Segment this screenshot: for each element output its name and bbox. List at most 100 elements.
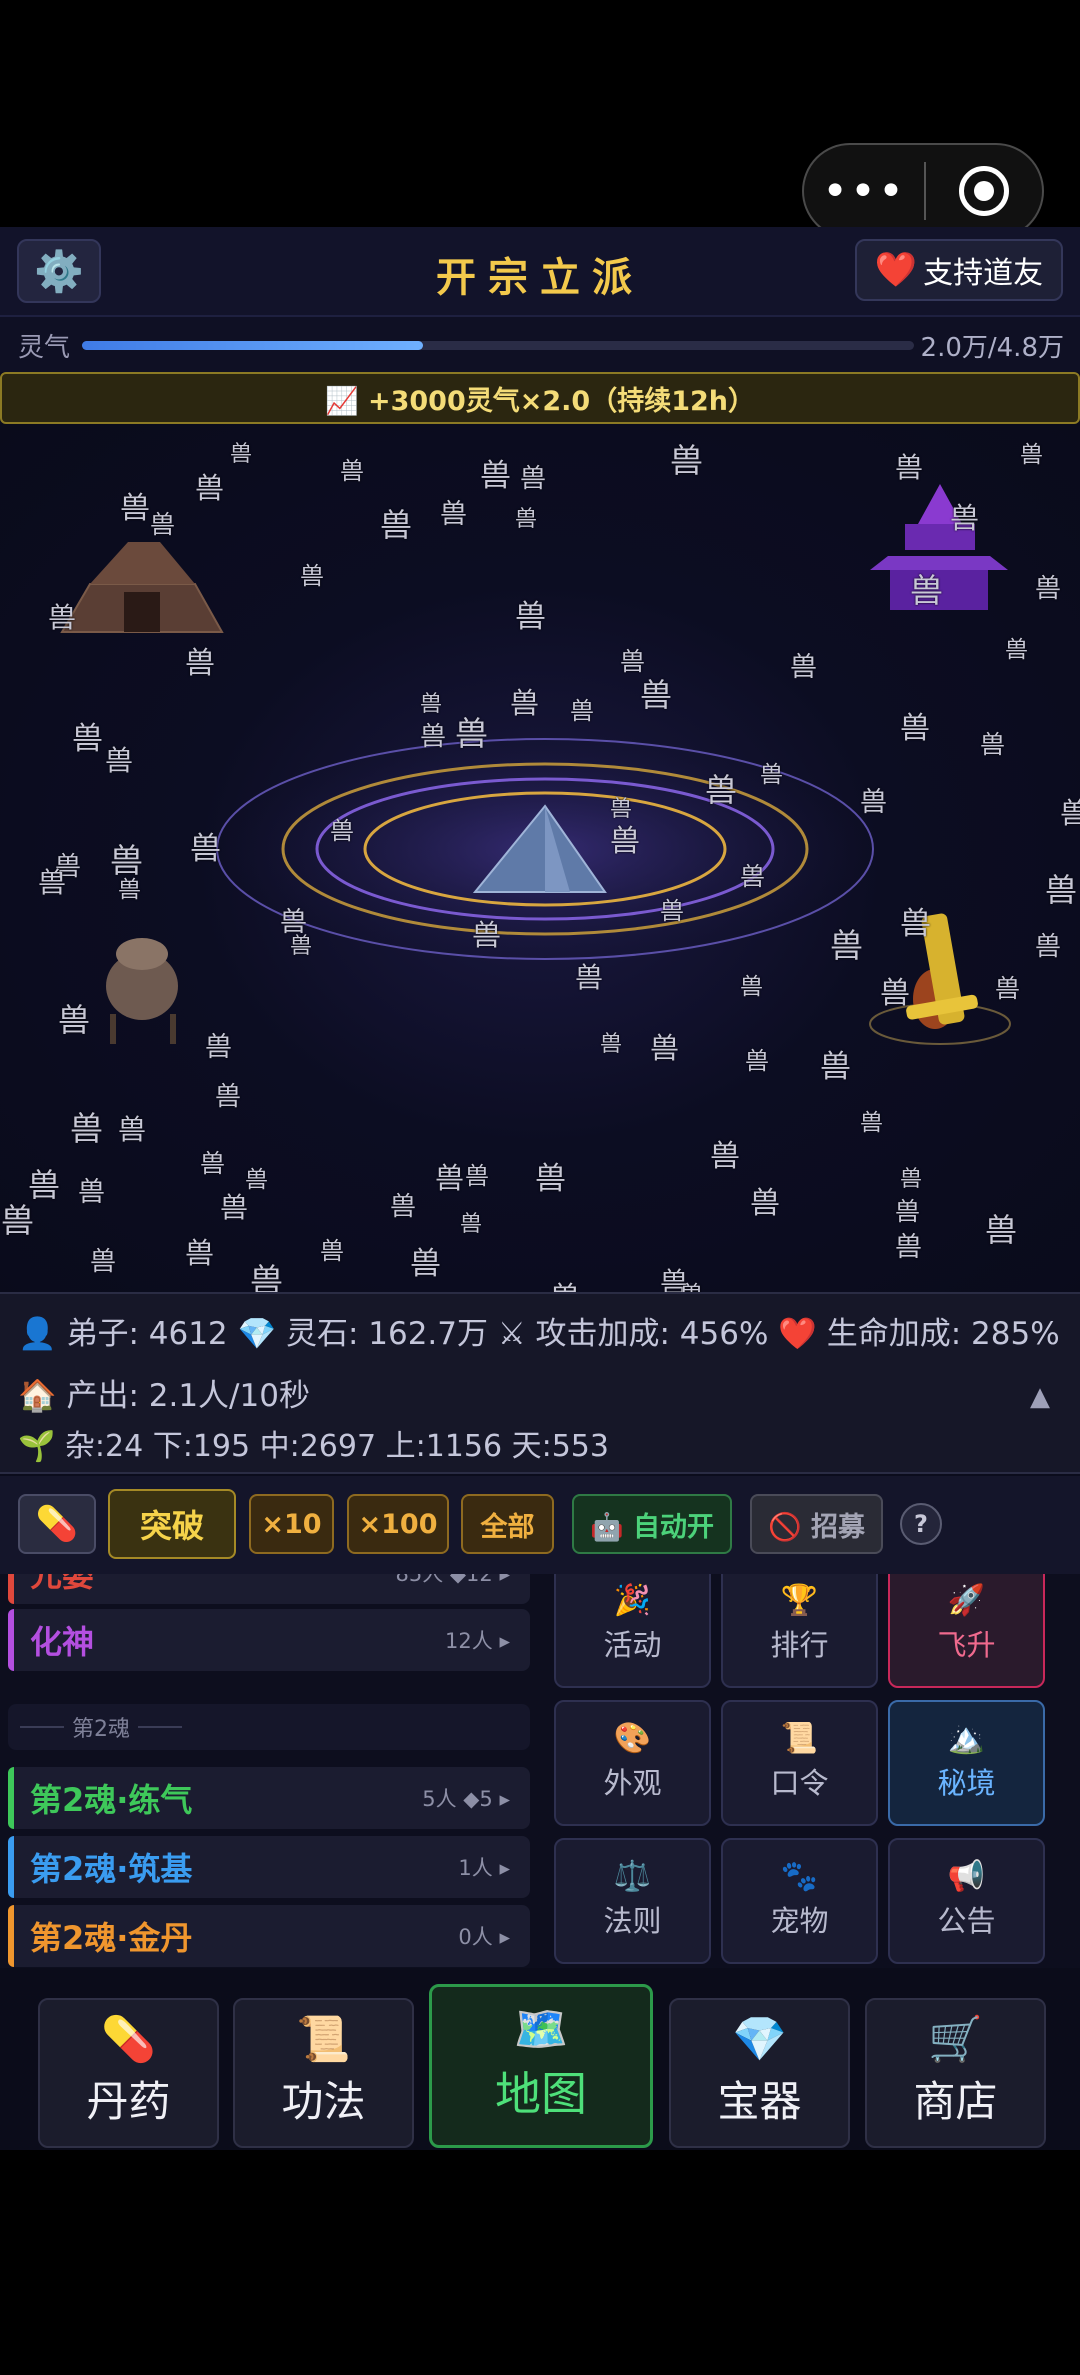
beast-marker[interactable]: 兽 bbox=[570, 699, 594, 723]
help-button[interactable]: ? bbox=[900, 1503, 942, 1545]
beast-marker[interactable]: 兽 bbox=[72, 724, 103, 755]
beast-marker[interactable]: 兽 bbox=[215, 1084, 241, 1110]
beast-marker[interactable]: 兽 bbox=[185, 649, 215, 679]
beast-marker[interactable]: 兽 bbox=[230, 444, 252, 466]
realm-row-huashen[interactable]: 化神 12人 ▸ bbox=[8, 1609, 530, 1671]
beast-marker[interactable]: 兽 bbox=[900, 1169, 922, 1191]
beast-marker[interactable]: 兽 bbox=[535, 1164, 566, 1195]
beast-marker[interactable]: 兽 bbox=[1060, 799, 1080, 828]
beast-marker[interactable]: 兽 bbox=[705, 774, 737, 806]
beast-marker[interactable]: 兽 bbox=[995, 976, 1020, 1001]
beast-marker[interactable]: 兽 bbox=[330, 819, 354, 843]
beast-marker[interactable]: 兽 bbox=[320, 1239, 344, 1263]
beast-marker[interactable]: 兽 bbox=[280, 909, 307, 936]
beast-marker[interactable]: 兽 bbox=[900, 909, 931, 940]
beast-marker[interactable]: 兽 bbox=[340, 459, 364, 483]
beast-marker[interactable]: 兽 bbox=[205, 1034, 232, 1061]
beast-marker[interactable]: 兽 bbox=[435, 1164, 464, 1193]
beast-marker[interactable]: 兽 bbox=[465, 1164, 489, 1188]
beast-marker[interactable]: 兽 bbox=[420, 694, 442, 716]
close-miniprogram-button[interactable] bbox=[926, 145, 1042, 237]
beast-marker[interactable]: 兽 bbox=[420, 724, 446, 750]
beast-marker[interactable]: 兽 bbox=[575, 964, 603, 992]
beast-marker[interactable]: 兽 bbox=[220, 1194, 248, 1222]
beast-marker[interactable]: 兽 bbox=[78, 1179, 105, 1206]
beast-marker[interactable]: 兽 bbox=[830, 929, 863, 962]
ranking-tile[interactable]: 🏆 排行 bbox=[721, 1574, 878, 1688]
beast-marker[interactable]: 兽 bbox=[1005, 639, 1028, 662]
beast-marker[interactable]: 兽 bbox=[670, 444, 703, 477]
beast-marker[interactable]: 兽 bbox=[118, 1116, 146, 1144]
nav-treasures[interactable]: 💎 宝器 bbox=[669, 1998, 850, 2148]
beast-marker[interactable]: 兽 bbox=[120, 494, 150, 524]
beast-marker[interactable]: 兽 bbox=[190, 834, 221, 865]
beast-marker[interactable]: 兽 bbox=[600, 1034, 622, 1056]
more-menu-button[interactable]: ••• bbox=[804, 145, 924, 237]
beast-marker[interactable]: 兽 bbox=[390, 1194, 416, 1220]
beast-marker[interactable]: 兽 bbox=[660, 899, 684, 923]
recruit-button[interactable]: 🚫 招募 bbox=[750, 1494, 883, 1554]
beast-marker[interactable]: 兽 bbox=[740, 976, 763, 999]
auto-open-button[interactable]: 🤖 自动开 bbox=[572, 1494, 732, 1554]
beast-marker[interactable]: 兽 bbox=[900, 714, 930, 744]
activity-tile[interactable]: 🎉 活动 bbox=[554, 1574, 711, 1688]
beast-marker[interactable]: 兽 bbox=[610, 799, 632, 821]
beast-marker[interactable]: 兽 bbox=[950, 504, 979, 533]
beast-marker[interactable]: 兽 bbox=[58, 1004, 90, 1036]
beast-marker[interactable]: 兽 bbox=[185, 1239, 214, 1268]
beast-marker[interactable]: 兽 bbox=[650, 1034, 679, 1063]
beast-marker[interactable]: 兽 bbox=[515, 509, 537, 531]
beast-marker[interactable]: 兽 bbox=[118, 879, 141, 902]
appearance-tile[interactable]: 🎨 外观 bbox=[554, 1700, 711, 1826]
pill-button[interactable]: 💊 bbox=[18, 1494, 96, 1554]
law-tile[interactable]: ⚖️ 法则 bbox=[554, 1838, 711, 1964]
secret-realm-tile[interactable]: 🏔️ 秘境 bbox=[888, 1700, 1045, 1826]
beast-marker[interactable]: 兽 bbox=[440, 501, 467, 528]
realm-row-jindan[interactable]: 第2魂·金丹 0人 ▸ bbox=[8, 1905, 530, 1967]
beast-marker[interactable]: 兽 bbox=[1045, 874, 1077, 906]
beast-marker[interactable]: 兽 bbox=[520, 466, 546, 492]
times-100-button[interactable]: ×100 bbox=[347, 1494, 449, 1554]
beast-marker[interactable]: 兽 bbox=[515, 602, 546, 633]
beast-marker[interactable]: 兽 bbox=[980, 732, 1005, 757]
beast-marker[interactable]: 兽 bbox=[480, 461, 511, 492]
beast-marker[interactable]: 兽 bbox=[550, 1284, 580, 1293]
beast-marker[interactable]: 兽 bbox=[745, 1049, 769, 1073]
beast-marker[interactable]: 兽 bbox=[110, 844, 143, 877]
beast-marker[interactable]: 兽 bbox=[48, 604, 76, 632]
beast-marker[interactable]: 兽 bbox=[380, 509, 412, 541]
beast-marker[interactable]: 兽 bbox=[150, 512, 175, 537]
beast-marker[interactable]: 兽 bbox=[680, 1284, 703, 1293]
realm-row-lianqi[interactable]: 第2魂·练气 5人 ◆5 ▸ bbox=[8, 1767, 530, 1829]
times-10-button[interactable]: ×10 bbox=[249, 1494, 334, 1554]
beast-marker[interactable]: 兽 bbox=[640, 679, 672, 711]
beast-marker[interactable]: 兽 bbox=[740, 864, 765, 889]
nav-techniques[interactable]: 📜 功法 bbox=[233, 1998, 414, 2148]
beast-marker[interactable]: 兽 bbox=[895, 1234, 922, 1261]
beast-marker[interactable]: 兽 bbox=[985, 1214, 1017, 1246]
beast-marker[interactable]: 兽 bbox=[245, 1169, 268, 1192]
beast-marker[interactable]: 兽 bbox=[28, 1169, 60, 1201]
collapse-button[interactable]: ▲ bbox=[1030, 1382, 1050, 1412]
beast-marker[interactable]: 兽 bbox=[70, 1112, 103, 1145]
beast-marker[interactable]: 兽 bbox=[820, 1052, 851, 1083]
beast-marker[interactable]: 兽 bbox=[620, 649, 645, 674]
beast-marker[interactable]: 兽 bbox=[460, 1214, 482, 1236]
beast-marker[interactable]: 兽 bbox=[710, 1142, 740, 1172]
beast-marker[interactable]: 兽 bbox=[200, 1151, 225, 1176]
realm-list[interactable]: 元婴 85人 ◆12 ▸ 化神 12人 ▸ 第2魂 第2魂·练气 5人 ◆5 ▸ bbox=[0, 1574, 540, 1968]
beast-marker[interactable]: 兽 bbox=[455, 717, 488, 750]
notice-tile[interactable]: 📢 公告 bbox=[888, 1838, 1045, 1964]
beast-marker[interactable]: 兽 bbox=[790, 654, 817, 681]
beast-marker[interactable]: 兽 bbox=[105, 747, 133, 775]
beast-marker[interactable]: 兽 bbox=[750, 1189, 780, 1219]
beast-marker[interactable]: 兽 bbox=[38, 869, 66, 897]
beast-marker[interactable]: 兽 bbox=[472, 921, 501, 950]
beast-marker[interactable]: 兽 bbox=[1, 1204, 34, 1237]
all-button[interactable]: 全部 bbox=[461, 1494, 554, 1554]
beast-marker[interactable]: 兽 bbox=[90, 1249, 116, 1275]
nav-map[interactable]: 🗺️ 地图 bbox=[429, 1984, 653, 2148]
beast-marker[interactable]: 兽 bbox=[1020, 444, 1043, 467]
realm-row-yuanying[interactable]: 元婴 85人 ◆12 ▸ bbox=[8, 1574, 530, 1604]
beast-marker[interactable]: 兽 bbox=[1035, 934, 1061, 960]
